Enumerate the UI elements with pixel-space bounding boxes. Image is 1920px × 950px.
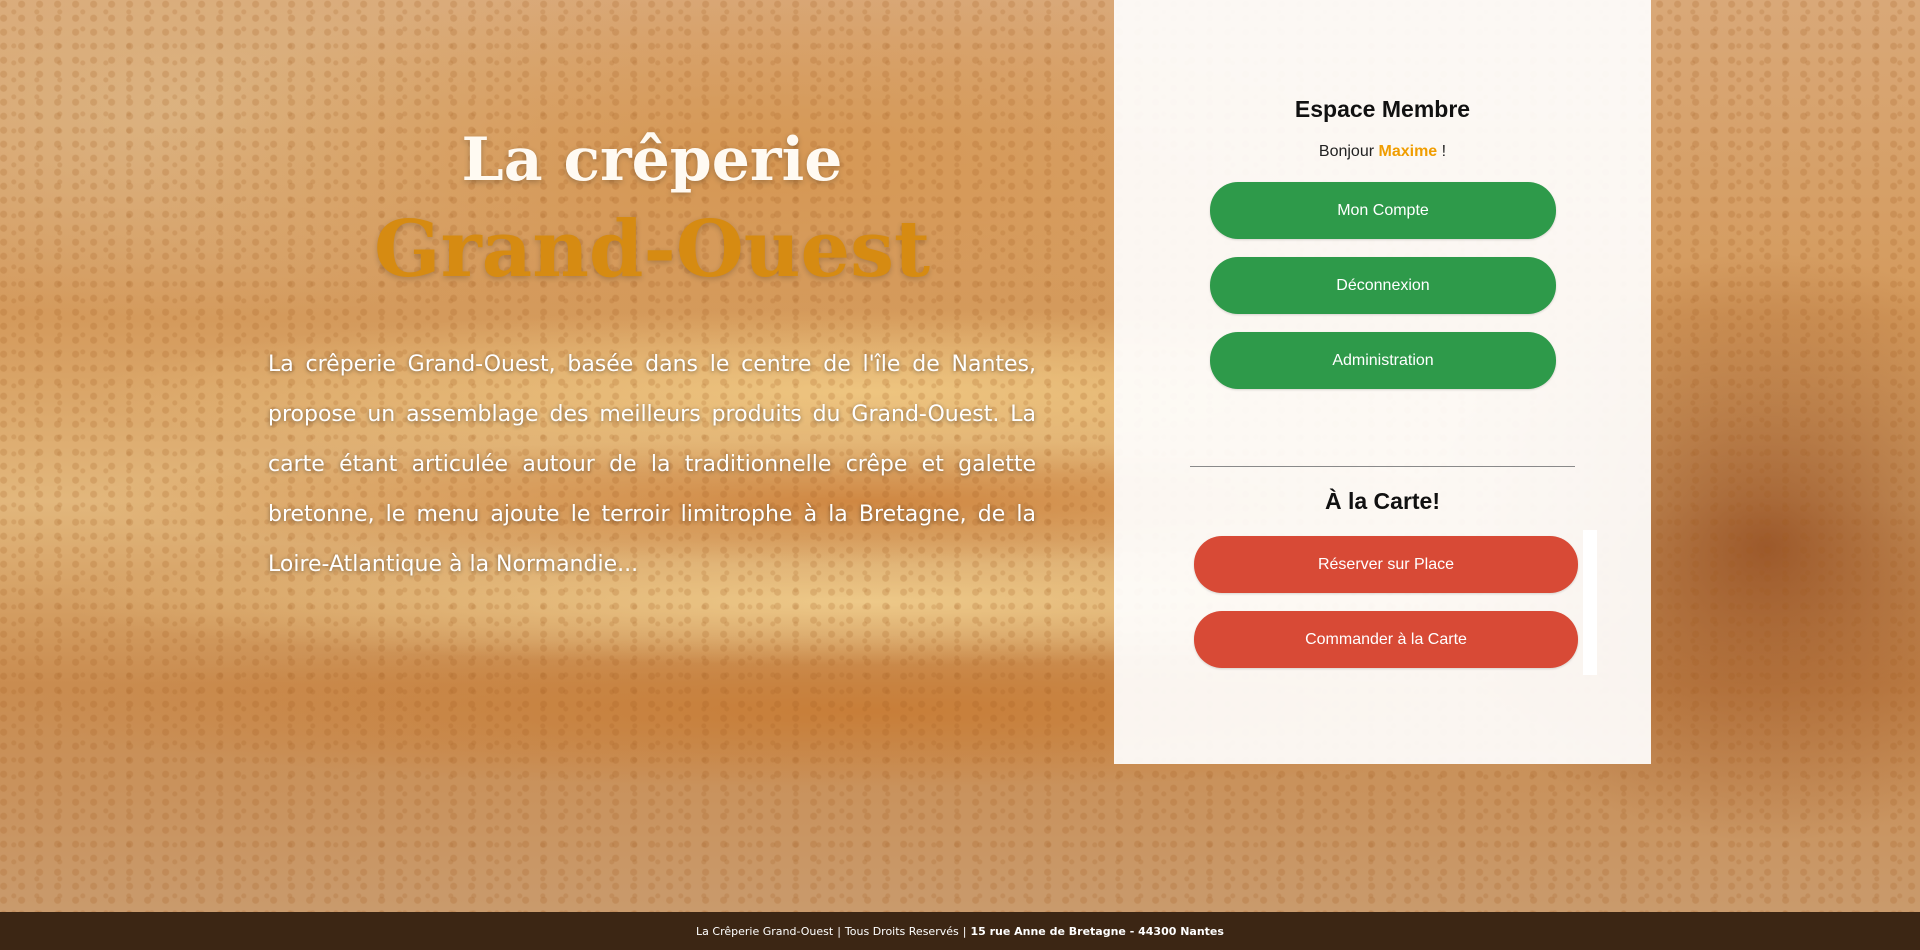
carte-scrollbar[interactable] <box>1583 530 1597 675</box>
user-name: Maxime <box>1378 143 1438 160</box>
member-area-title: Espace Membre <box>1294 96 1471 122</box>
hero-title-line2: Grand-Ouest <box>373 204 931 295</box>
footer-brand: La Crêperie Grand-Ouest <box>696 924 834 938</box>
hero-description: La crêperie Grand-Ouest, basée dans le c… <box>268 352 1036 577</box>
my-account-button[interactable]: Mon Compte <box>1210 182 1556 239</box>
reserve-on-site-button[interactable]: Réserver sur Place <box>1194 536 1578 593</box>
greeting: Bonjour Maxime ! <box>1114 143 1651 161</box>
greeting-prefix: Bonjour <box>1318 143 1375 160</box>
footer-separator: | <box>837 924 841 938</box>
footer-separator: | <box>962 924 967 938</box>
page: La crêperie Grand-Ouest La crêperie Gran… <box>0 0 1920 950</box>
footer-address: 15 rue Anne de Bretagne - 44300 Nantes <box>970 924 1224 938</box>
panel-divider <box>1190 466 1575 467</box>
footer-rights: Tous Droits Reservés <box>844 924 959 938</box>
greeting-suffix: ! <box>1441 143 1447 160</box>
footer: La Crêperie Grand-Ouest | Tous Droits Re… <box>0 912 1920 950</box>
hero-title-line1: La crêperie <box>461 125 843 195</box>
administration-button[interactable]: Administration <box>1210 332 1556 389</box>
logout-button[interactable]: Déconnexion <box>1210 257 1556 314</box>
menu-section-title: À la Carte! <box>1324 488 1441 514</box>
side-panel: Espace Membre Bonjour Maxime ! Mon Compt… <box>1114 0 1651 764</box>
hero-section: La crêperie Grand-Ouest La crêperie Gran… <box>268 120 1036 590</box>
order-menu-button[interactable]: Commander à la Carte <box>1194 611 1578 668</box>
